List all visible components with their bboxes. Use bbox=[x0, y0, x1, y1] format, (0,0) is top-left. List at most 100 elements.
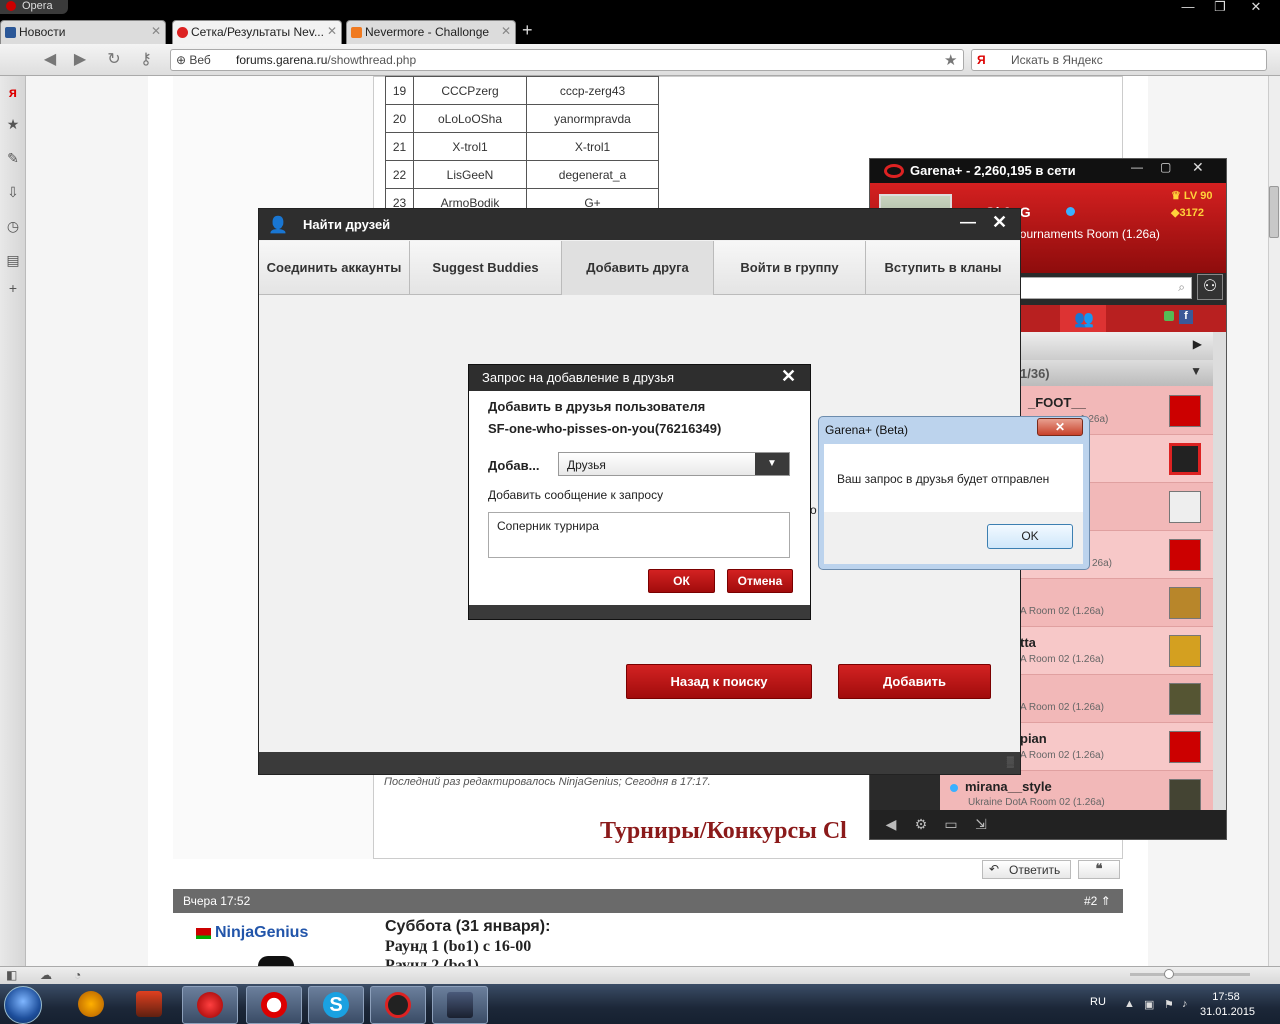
opera-sidebar bbox=[0, 76, 26, 966]
table-cell: LisGeeN bbox=[413, 160, 527, 189]
new-tab-button[interactable]: + bbox=[522, 20, 542, 40]
table-cell: oLoLoOSha bbox=[413, 104, 527, 133]
reload-icon[interactable]: ↻ bbox=[104, 50, 124, 70]
history-icon[interactable]: ◷ bbox=[5, 218, 21, 234]
close-tab-icon[interactable]: ✕ bbox=[327, 24, 337, 38]
minimize-icon[interactable]: — bbox=[1131, 160, 1143, 174]
volume-icon[interactable]: ♪ bbox=[1182, 998, 1188, 1010]
notes-icon[interactable]: ✎ bbox=[5, 150, 21, 166]
resize-icon[interactable]: ⇲ bbox=[972, 816, 990, 832]
tab-friends[interactable]: 👥 bbox=[1060, 305, 1106, 332]
taskbar-opera[interactable] bbox=[246, 986, 302, 1024]
system-clock[interactable]: 17:58 31.01.2015 bbox=[1200, 990, 1256, 1020]
back-icon[interactable]: ◀ bbox=[882, 816, 900, 832]
friend-row[interactable]: pian A Room 02 (1.26a) bbox=[1020, 723, 1213, 771]
close-tab-icon[interactable]: ✕ bbox=[501, 24, 511, 38]
taskbar-aimp[interactable] bbox=[64, 986, 120, 1024]
tab-join-group[interactable]: Войти в группу bbox=[714, 241, 866, 295]
zoom-slider[interactable] bbox=[1130, 973, 1250, 976]
add-button[interactable]: Добавить bbox=[838, 664, 991, 699]
tab-label: Nevermore - Challonge bbox=[365, 25, 490, 39]
add-friend-icon[interactable]: ⚇ bbox=[1197, 274, 1223, 300]
tab-suggest-buddies[interactable]: Suggest Buddies bbox=[410, 241, 562, 295]
taskbar-skype[interactable]: S bbox=[308, 986, 364, 1024]
post-number-link[interactable]: #2 ⇑ bbox=[1084, 894, 1111, 908]
network-icon[interactable]: ▣ bbox=[1144, 998, 1154, 1011]
restore-icon[interactable]: ❐ bbox=[1204, 0, 1236, 16]
friend-row[interactable]: A Room 02 (1.26a) bbox=[1020, 579, 1213, 627]
request-line-1: Добавить в друзья пользователя bbox=[488, 399, 706, 414]
close-icon[interactable]: ✕ bbox=[1037, 418, 1083, 436]
url-text[interactable]: forums.garena.ru/showthread.php bbox=[236, 53, 416, 67]
quote-button[interactable]: ❝ bbox=[1078, 860, 1120, 879]
speed-dial-icon[interactable]: ◔ bbox=[74, 968, 81, 982]
apps-icon[interactable] bbox=[1164, 311, 1174, 321]
scrollbar-thumb[interactable] bbox=[1269, 186, 1279, 238]
add-panel-icon[interactable]: + bbox=[5, 280, 21, 296]
tray-expand-icon[interactable]: ▲ bbox=[1124, 998, 1135, 1010]
dialog-title: Найти друзей bbox=[259, 209, 1020, 240]
opera-menu-button[interactable]: Opera bbox=[0, 0, 68, 14]
minimize-icon[interactable]: — bbox=[960, 214, 976, 232]
flag-icon[interactable]: ⚑ bbox=[1164, 998, 1174, 1011]
taskbar-garena[interactable] bbox=[370, 986, 426, 1024]
tab-join-clans[interactable]: Вступить в кланы bbox=[866, 241, 1020, 295]
language-indicator[interactable]: RU bbox=[1090, 996, 1106, 1008]
search-placeholder: Искать в Яндекс bbox=[1011, 53, 1103, 67]
message-input[interactable]: Соперник турнира bbox=[488, 512, 790, 558]
resize-grip-icon[interactable]: ▒ bbox=[1007, 757, 1014, 768]
points-badge: ◆3172 bbox=[1171, 207, 1204, 219]
back-icon[interactable]: ◀ bbox=[40, 50, 60, 70]
taskbar-game[interactable] bbox=[122, 986, 178, 1024]
friends-scrollbar[interactable] bbox=[1213, 332, 1226, 810]
friend-room: 26a) bbox=[1092, 558, 1113, 569]
garena-covered-area bbox=[870, 771, 940, 810]
garena-section-header[interactable]: ▶ bbox=[1020, 332, 1226, 360]
key-icon[interactable]: ⚷ bbox=[136, 50, 156, 70]
facebook-icon[interactable]: f bbox=[1179, 310, 1193, 324]
zoom-slider-knob[interactable] bbox=[1164, 969, 1174, 979]
cloud-icon[interactable]: ☁ bbox=[40, 968, 52, 982]
yandex-icon[interactable]: я bbox=[5, 84, 21, 100]
game-icon bbox=[136, 991, 162, 1017]
challonge-icon bbox=[351, 27, 362, 38]
settings-gear-icon[interactable]: ⚙ bbox=[912, 816, 930, 832]
panels-icon[interactable]: ▤ bbox=[5, 252, 21, 268]
tab-challonge[interactable]: Nevermore - Challonge ✕ bbox=[346, 20, 516, 44]
taskbar-warcraft[interactable] bbox=[432, 986, 488, 1024]
online-status-icon[interactable] bbox=[1066, 207, 1075, 216]
maximize-icon[interactable]: ▢ bbox=[1160, 160, 1171, 174]
close-tab-icon[interactable]: ✕ bbox=[151, 24, 161, 38]
tab-garena-results[interactable]: Сетка/Результаты Nev... ✕ bbox=[172, 20, 342, 44]
reply-button[interactable]: ↶ Ответить bbox=[982, 860, 1071, 879]
forward-icon[interactable]: ▶ bbox=[70, 50, 90, 70]
start-button[interactable] bbox=[4, 986, 42, 1024]
back-to-search-button[interactable]: Назад к поиску bbox=[626, 664, 812, 699]
taskbar-garena-talk[interactable] bbox=[182, 986, 238, 1024]
close-icon[interactable]: ✕ bbox=[1192, 159, 1204, 176]
tab-add-friend[interactable]: Добавить друга bbox=[562, 241, 714, 295]
minimize-icon[interactable]: — bbox=[1172, 0, 1204, 16]
chevron-down-icon[interactable]: ▼ bbox=[755, 453, 789, 475]
garena-search-input[interactable]: ⌕ bbox=[1020, 277, 1192, 299]
downloads-icon[interactable]: ⇩ bbox=[5, 184, 21, 200]
web-badge: ⊕ Веб bbox=[176, 53, 211, 67]
avatar bbox=[1169, 779, 1201, 811]
panel-toggle-icon[interactable]: ◧ bbox=[6, 968, 17, 982]
cancel-button[interactable]: Отмена bbox=[727, 569, 793, 593]
friend-row[interactable]: A Room 02 (1.26a) bbox=[1020, 675, 1213, 723]
close-icon[interactable]: ✕ bbox=[992, 212, 1007, 233]
ok-button[interactable]: OK bbox=[987, 524, 1073, 549]
post-author-link[interactable]: NinjaGenius bbox=[215, 924, 308, 942]
close-icon[interactable]: ✕ bbox=[1236, 0, 1276, 16]
chat-icon[interactable]: ▭ bbox=[942, 816, 960, 832]
tab-link-accounts[interactable]: Соединить аккаунты bbox=[259, 241, 410, 295]
close-icon[interactable]: ✕ bbox=[781, 366, 796, 387]
tab-news[interactable]: Новости ✕ bbox=[0, 20, 166, 44]
friends-group-header[interactable]: ▼ bbox=[1020, 360, 1226, 386]
bookmark-star-icon[interactable]: ★ bbox=[944, 51, 957, 69]
clock-date: 31.01.2015 bbox=[1200, 1006, 1256, 1018]
bookmarks-icon[interactable]: ★ bbox=[5, 116, 21, 132]
ok-button[interactable]: ОК bbox=[648, 569, 715, 593]
friend-row[interactable]: tta A Room 02 (1.26a) bbox=[1020, 627, 1213, 675]
